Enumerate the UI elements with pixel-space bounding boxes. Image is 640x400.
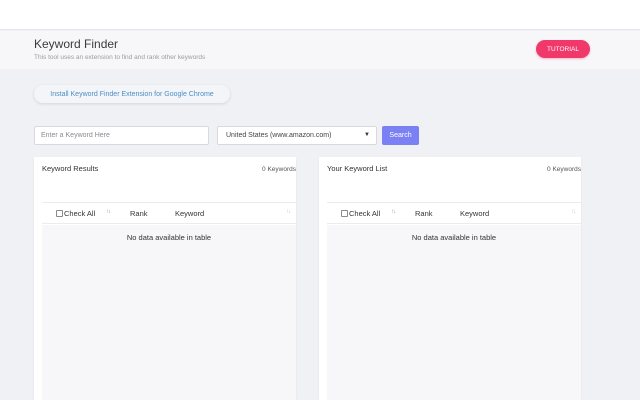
table-header: Check All ↑↓ Rank Keyword ↑↓ [42,202,296,224]
keyword-count: 0 Keywords [547,166,581,173]
keyword-count: 0 Keywords [262,166,296,173]
tutorial-button[interactable]: TUTORIAL [536,40,590,58]
country-select[interactable]: United States (www.amazon.com) ▼ [217,126,377,145]
install-extension-button[interactable]: Install Keyword Finder Extension for Goo… [34,85,230,103]
column-keyword[interactable]: Keyword [175,209,204,218]
table-body: No data available in table [327,225,581,400]
empty-table-message: No data available in table [126,233,212,242]
keyword-input[interactable] [34,126,209,145]
page-title: Keyword Finder [34,37,119,51]
sort-icon[interactable]: ↑↓ [106,209,111,215]
sort-icon[interactable]: ↑↓ [391,209,396,215]
panel-title: Your Keyword List [327,164,388,173]
sort-icon[interactable]: ↑↓ [286,209,291,215]
sort-icon[interactable]: ↑↓ [571,209,576,215]
search-button[interactable]: Search [382,126,419,145]
table-body: No data available in table [42,225,296,400]
check-all-checkbox[interactable] [56,210,63,217]
panel-title: Keyword Results [42,164,99,173]
check-all-checkbox[interactable] [341,210,348,217]
top-bar [0,0,640,30]
chevron-down-icon: ▼ [364,132,370,138]
page-subtitle: This tool uses an extension to find and … [34,54,206,61]
column-keyword[interactable]: Keyword [460,209,489,218]
keyword-list-panel: Your Keyword List 0 Keywords Check All ↑… [319,157,581,400]
column-rank[interactable]: Rank [130,209,148,218]
keyword-results-panel: Keyword Results 0 Keywords Check All ↑↓ … [34,157,296,400]
column-rank[interactable]: Rank [415,209,433,218]
column-check-all[interactable]: Check All [64,209,95,218]
country-select-value: United States (www.amazon.com) [226,132,332,139]
empty-table-message: No data available in table [411,233,497,242]
column-check-all[interactable]: Check All [349,209,380,218]
table-header: Check All ↑↓ Rank Keyword ↑↓ [327,202,581,224]
